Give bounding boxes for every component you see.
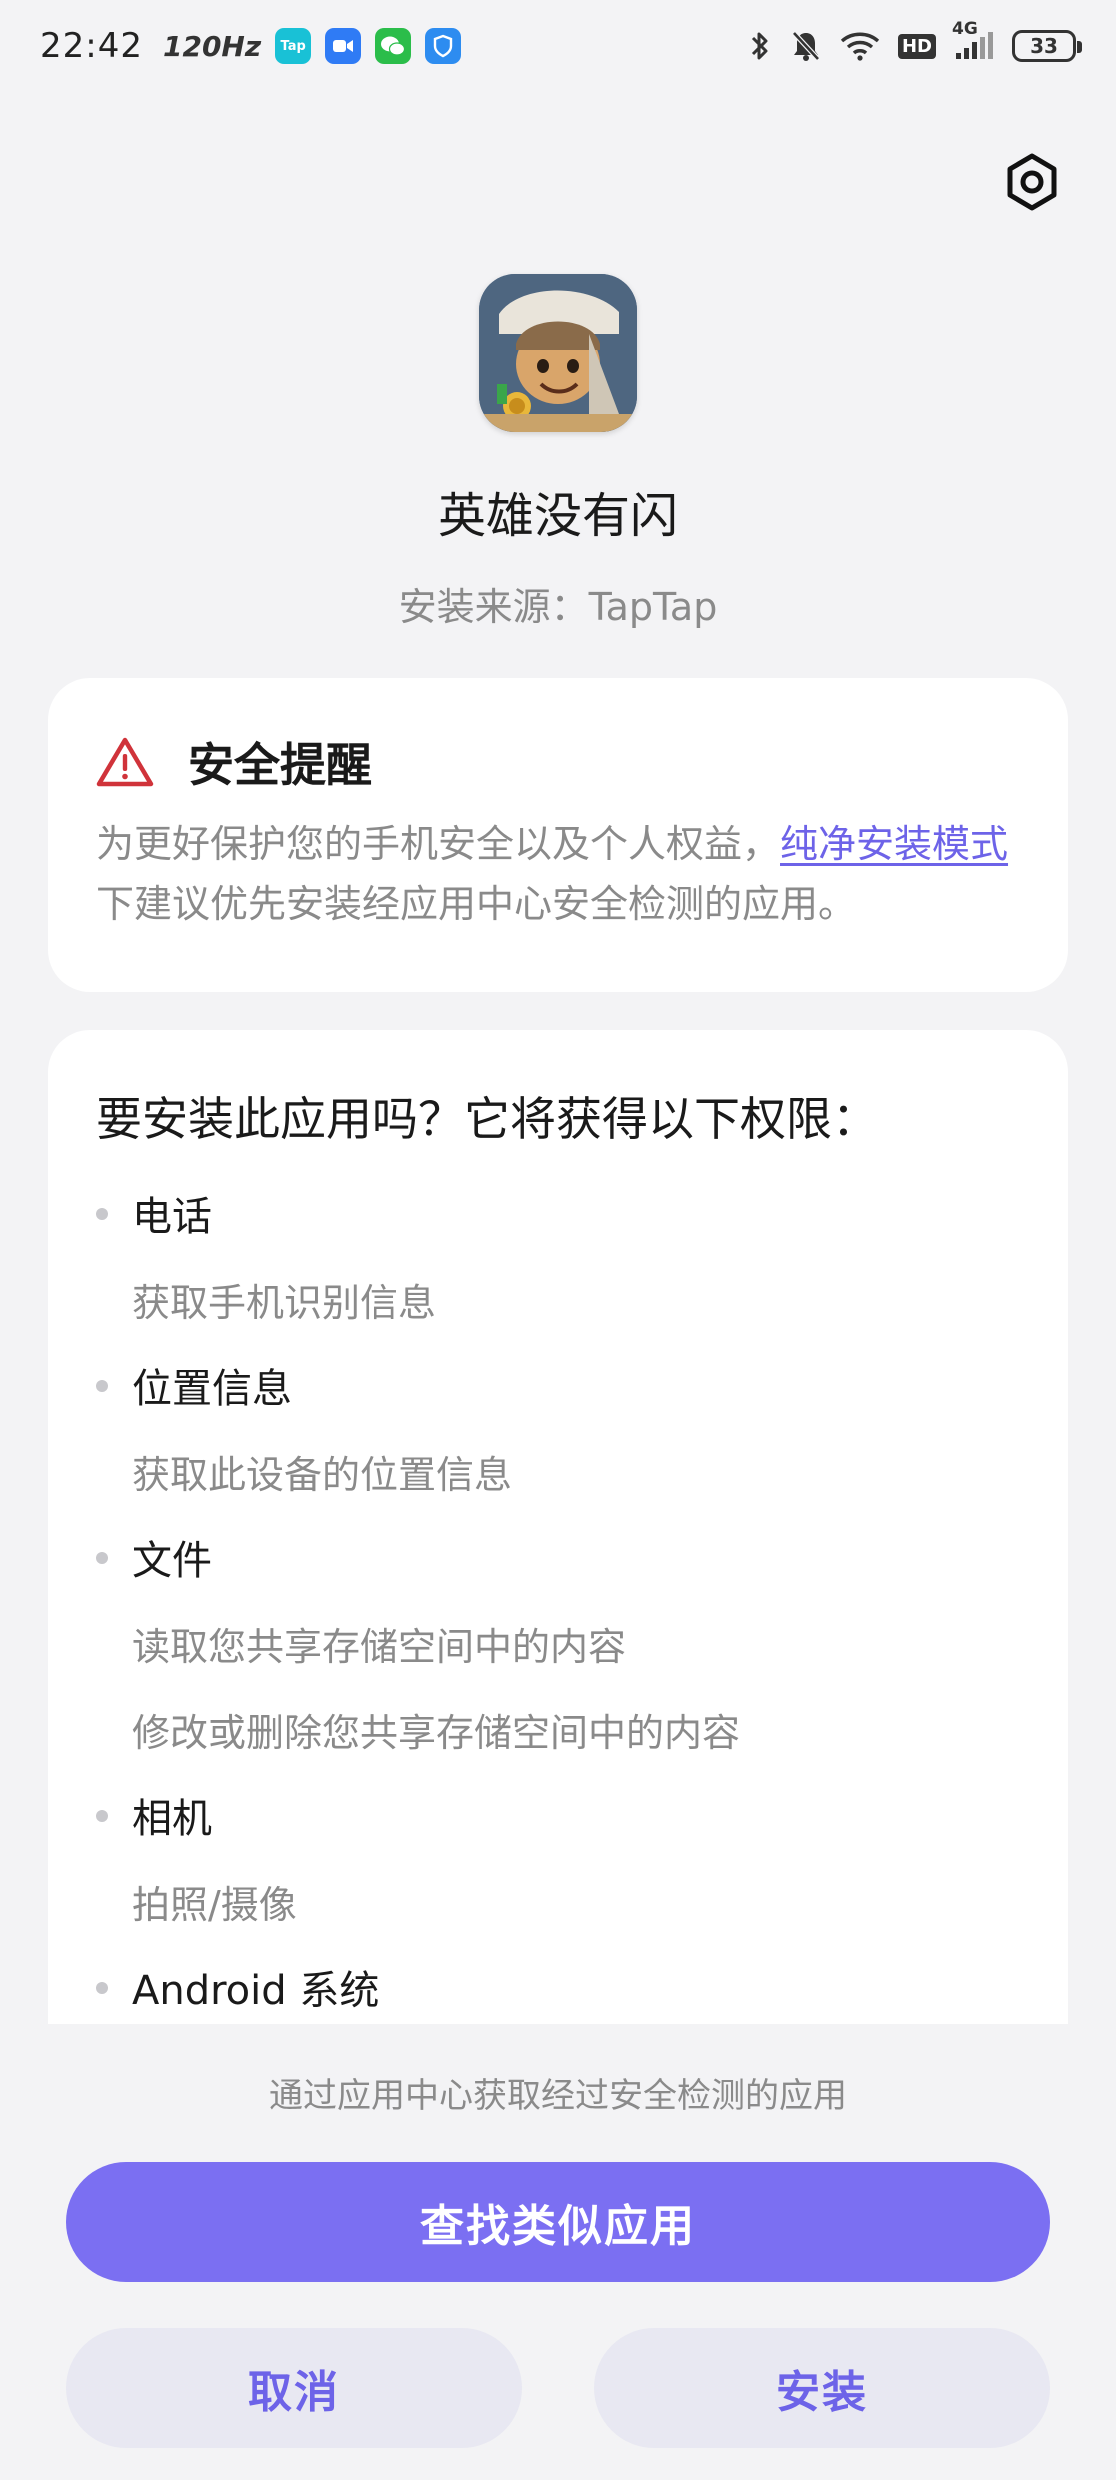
install-source: 安装来源：TapTap <box>398 585 718 629</box>
permission-group-files: 文件 读取您共享存储空间中的内容 修改或删除您共享存储空间中的内容 <box>96 1514 1020 1772</box>
video-app-icon <box>325 28 362 64</box>
bullet-dot <box>96 1810 108 1822</box>
status-time: 22:42 <box>40 26 143 66</box>
hd-indicator: HD <box>897 33 936 59</box>
bullet-dot <box>96 1982 108 1994</box>
permissions-title: 要安装此应用吗？它将获得以下权限： <box>96 1092 878 1146</box>
permissions-list: 电话 获取手机识别信息 位置信息 获取此设备的位置信息 文件 读取您共享存储空间… <box>96 1170 1020 2024</box>
shield-app-icon <box>425 28 462 64</box>
taptap-icon: Tap <box>275 28 312 64</box>
status-bar: 22:42 120Hz Tap HD 4G 33 <box>0 0 1116 92</box>
security-text-before: 为更好保护您的手机安全以及个人权益， <box>96 822 781 866</box>
permission-detail: 修改或删除您共享存储空间中的内容 <box>132 1710 741 1755</box>
settings-icon <box>1007 153 1057 211</box>
status-bar-left: 22:42 120Hz Tap <box>40 26 462 66</box>
permission-label-text: 电话 <box>132 1194 212 1240</box>
bullet-dot <box>96 1380 108 1392</box>
permission-group-camera: 相机 拍照/摄像 <box>96 1772 1020 1944</box>
permission-label: 电话 <box>96 1170 1020 1256</box>
permission-detail: 获取手机识别信息 <box>132 1280 437 1325</box>
wechat-icon <box>375 28 412 64</box>
bullet-dot <box>96 1208 108 1220</box>
refresh-rate-indicator: 120Hz <box>162 29 262 63</box>
security-reminder-header: 安全提醒 <box>96 728 1020 796</box>
permission-detail: 读取您共享存储空间中的内容 <box>132 1624 627 1669</box>
network-type-label: 4G <box>952 19 978 39</box>
permission-label: Android 系统 <box>96 1944 1020 2024</box>
permission-label-text: Android 系统 <box>132 1968 380 2014</box>
cellular-signal-icon: 4G <box>952 19 994 61</box>
permission-detail: 拍照/摄像 <box>132 1882 297 1927</box>
pure-install-mode-link[interactable]: 纯净安装模式 <box>780 822 1008 866</box>
security-reminder-title: 安全提醒 <box>188 738 372 792</box>
permission-label: 文件 <box>96 1514 1020 1600</box>
permission-label-text: 相机 <box>132 1796 212 1842</box>
security-reminder-text: 为更好保护您的手机安全以及个人权益，纯净安装模式下建议优先安装经应用中心安全检测… <box>96 814 1020 934</box>
security-text-after: 下建议优先安装经应用中心安全检测的应用。 <box>96 882 857 926</box>
app-center-hint: 通过应用中心获取经过安全检测的应用 <box>269 2076 847 2116</box>
permissions-card[interactable]: 要安装此应用吗？它将获得以下权限： 电话 获取手机识别信息 位置信息 获取此设备… <box>48 1030 1068 2024</box>
install-button[interactable]: 安装 <box>594 2328 1050 2448</box>
bluetooth-icon <box>748 29 772 63</box>
find-similar-apps-button[interactable]: 查找类似应用 <box>66 2162 1050 2282</box>
app-icon <box>479 274 637 432</box>
permission-group-location: 位置信息 获取此设备的位置信息 <box>96 1342 1020 1514</box>
bullet-dot <box>96 1552 108 1564</box>
permission-label: 位置信息 <box>96 1342 1020 1428</box>
warning-icon <box>96 737 154 787</box>
cancel-button[interactable]: 取消 <box>66 2328 522 2448</box>
permission-label-text: 位置信息 <box>132 1366 292 1412</box>
permission-group-phone: 电话 获取手机识别信息 <box>96 1170 1020 1342</box>
status-bar-right: HD 4G 33 <box>748 19 1082 63</box>
wifi-icon <box>840 31 880 61</box>
mute-bell-icon <box>790 29 822 63</box>
permission-label-text: 文件 <box>132 1538 212 1584</box>
security-reminder-card: 安全提醒 为更好保护您的手机安全以及个人权益，纯净安装模式下建议优先安装经应用中… <box>48 678 1068 992</box>
app-name: 英雄没有闪 <box>437 488 678 544</box>
permission-label: 相机 <box>96 1772 1020 1858</box>
permission-detail: 获取此设备的位置信息 <box>132 1452 513 1497</box>
permission-group-android-system: Android 系统 <box>96 1944 1020 2024</box>
battery-indicator: 33 <box>1012 30 1082 62</box>
settings-button[interactable] <box>1000 150 1064 214</box>
